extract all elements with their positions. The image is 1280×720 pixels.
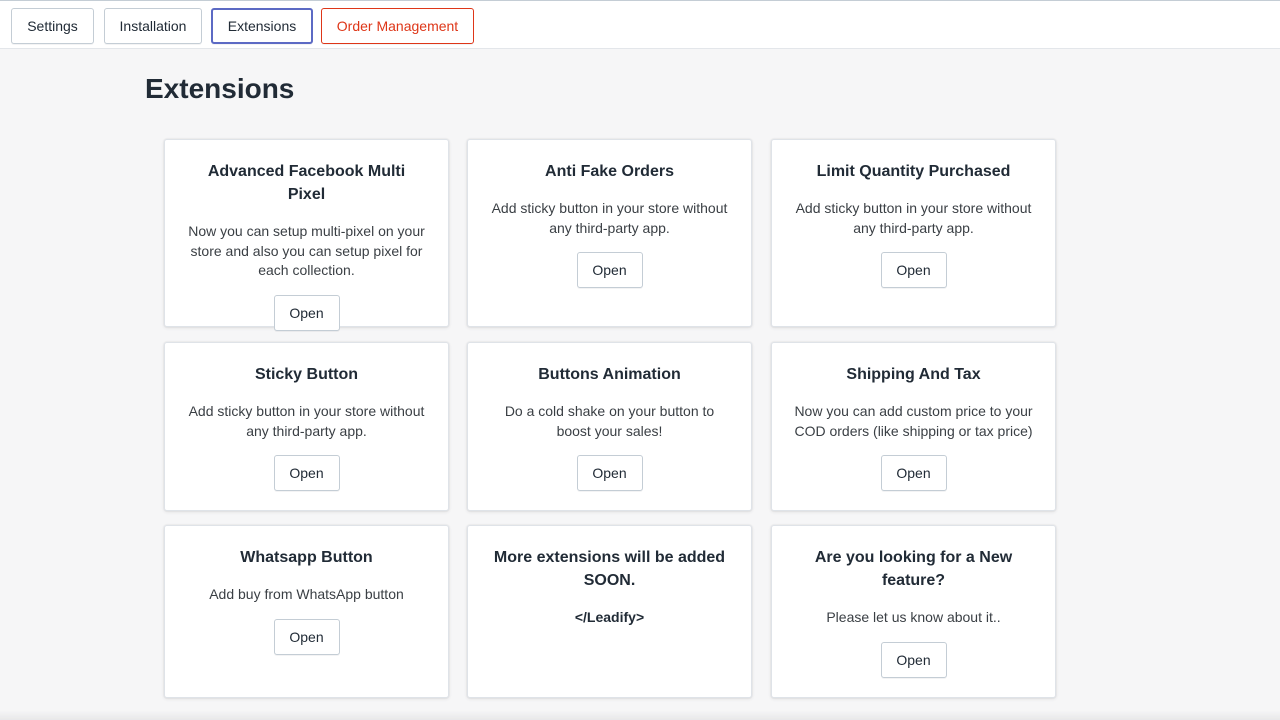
card-description: Now you can add custom price to your COD… (794, 403, 1033, 439)
extension-card-feature-request: Are you looking for a New feature? Pleas… (771, 525, 1056, 698)
card-title: More extensions will be added SOON. (493, 549, 726, 589)
extension-card-sticky-button: Sticky Button Add sticky button in your … (164, 342, 449, 511)
card-description: Add sticky button in your store without … (491, 200, 728, 236)
card-title: Anti Fake Orders (545, 163, 674, 180)
extension-card-buttons-animation: Buttons Animation Do a cold shake on you… (467, 342, 752, 511)
card-description: Add sticky button in your store without … (188, 403, 425, 439)
card-description: Do a cold shake on your button to boost … (504, 403, 715, 439)
extension-card-limit-quantity: Limit Quantity Purchased Add sticky butt… (771, 139, 1056, 327)
open-button[interactable]: Open (576, 252, 643, 288)
card-title: Whatsapp Button (240, 549, 373, 566)
card-description: Now you can setup multi-pixel on your st… (188, 223, 425, 278)
settings-tab[interactable]: Settings (11, 8, 94, 44)
installation-tab[interactable]: Installation (104, 8, 202, 44)
brand-name: </Leadify> (574, 609, 645, 625)
order-management-tab[interactable]: Order Management (321, 8, 474, 44)
card-title: Advanced Facebook Multi Pixel (207, 163, 406, 203)
open-button[interactable]: Open (880, 455, 947, 491)
extension-card-whatsapp-button: Whatsapp Button Add buy from WhatsApp bu… (164, 525, 449, 698)
bottom-shadow (0, 710, 1280, 720)
extension-card-coming-soon: More extensions will be added SOON. </Le… (467, 525, 752, 698)
card-title: Shipping And Tax (846, 366, 981, 383)
extension-card-shipping-tax: Shipping And Tax Now you can add custom … (771, 342, 1056, 511)
extensions-tab[interactable]: Extensions (211, 8, 313, 44)
open-button[interactable]: Open (880, 252, 947, 288)
top-navigation-bar: Settings Installation Extensions Order M… (0, 0, 1280, 49)
extension-card-facebook-pixel: Advanced Facebook Multi Pixel Now you ca… (164, 139, 449, 331)
open-button[interactable]: Open (880, 641, 947, 678)
open-button[interactable]: Open (273, 294, 340, 331)
open-button[interactable]: Open (273, 618, 340, 655)
open-button[interactable]: Open (576, 455, 643, 491)
card-description: Please let us know about it.. (826, 609, 1001, 625)
card-title: Buttons Animation (538, 366, 681, 383)
card-description: Add sticky button in your store without … (795, 200, 1032, 236)
extension-card-anti-fake-orders: Anti Fake Orders Add sticky button in yo… (467, 139, 752, 327)
card-title: Limit Quantity Purchased (816, 163, 1011, 180)
open-button[interactable]: Open (273, 455, 340, 491)
card-title: Sticky Button (254, 366, 359, 383)
page-title: Extensions (145, 73, 295, 104)
card-description: Add buy from WhatsApp button (209, 586, 404, 602)
card-title: Are you looking for a New feature? (814, 549, 1013, 589)
